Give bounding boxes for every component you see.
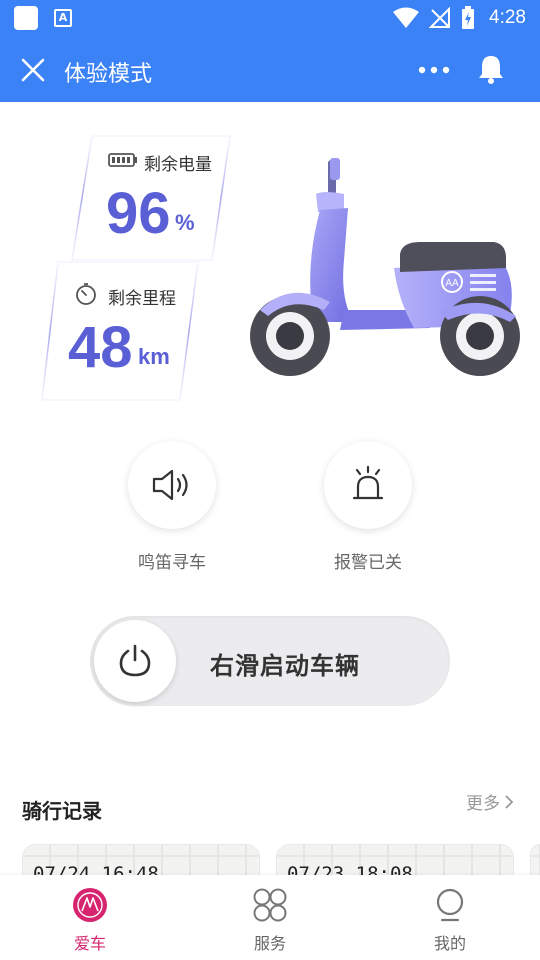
slider-label: 右滑启动车辆 — [210, 652, 360, 680]
close-icon[interactable] — [18, 55, 48, 85]
bottom-nav: 爱车 服务 我的 — [0, 875, 540, 960]
more-label: 更多 — [466, 794, 500, 814]
status-icons: 4:28 — [393, 4, 526, 32]
power-icon — [119, 644, 151, 677]
bell-icon[interactable] — [474, 52, 508, 86]
battery-charging-icon — [462, 6, 475, 29]
range-value: 48 — [68, 315, 133, 380]
title-bar: 体验模式 — [0, 36, 540, 102]
svg-text:AA: AA — [445, 278, 459, 289]
slider-knob[interactable] — [94, 620, 176, 702]
alarm-siren-icon — [352, 465, 384, 500]
alarm-label: 报警已关 — [334, 553, 402, 573]
alarm-button[interactable] — [324, 441, 412, 529]
battery-value: 96 — [106, 181, 171, 246]
nav-tab-profile[interactable]: 我的 — [360, 875, 540, 960]
wifi-icon — [393, 7, 420, 28]
nav-tab-services[interactable]: 服务 — [180, 875, 360, 960]
profile-icon — [436, 888, 464, 922]
clock: 4:28 — [489, 7, 526, 28]
nav-tab-my-vehicle[interactable]: 爱车 — [0, 875, 180, 960]
horn-label: 鸣笛寻车 — [138, 553, 206, 573]
brand-logo-icon — [73, 888, 107, 922]
status-bar: A 4:28 — [0, 0, 540, 36]
services-grid-icon — [253, 888, 287, 922]
nav-label: 我的 — [433, 934, 466, 953]
scooter-illustration: AA — [250, 158, 520, 376]
more-icon[interactable] — [414, 56, 454, 84]
translate-notification-icon: A — [54, 9, 72, 27]
horn-button[interactable] — [128, 441, 216, 529]
ride-records-title: 骑行记录 — [22, 799, 102, 823]
battery-unit: % — [175, 210, 195, 235]
battery-label: 剩余电量 — [144, 155, 212, 175]
more-link[interactable]: 更多 — [466, 789, 514, 814]
app-notification-icon — [14, 6, 38, 30]
speaker-icon — [152, 469, 188, 501]
page-title: 体验模式 — [64, 62, 153, 87]
vehicle-status-cards: 剩余电量 96 % 剩余里程 48 km — [40, 130, 240, 410]
nav-label: 爱车 — [73, 934, 106, 953]
nav-label: 服务 — [253, 934, 286, 953]
timer-icon — [76, 283, 96, 305]
range-label: 剩余里程 — [108, 289, 176, 309]
range-unit: km — [138, 344, 170, 369]
no-signal-icon — [429, 7, 451, 28]
chevron-right-icon — [505, 794, 514, 809]
start-vehicle-slider[interactable]: 右滑启动车辆 — [90, 616, 450, 706]
battery-icon — [108, 153, 137, 167]
